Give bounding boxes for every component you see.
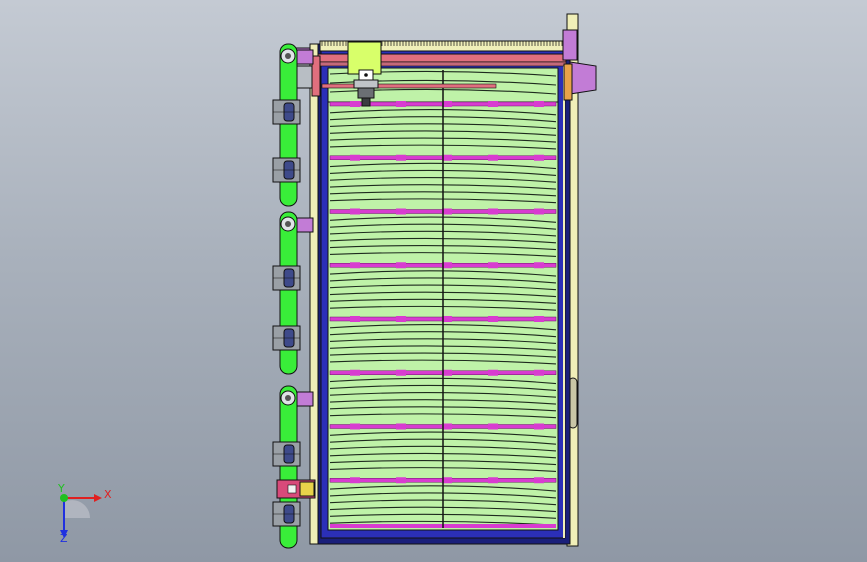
x-axis-arrow — [94, 494, 102, 502]
shelf-clip — [396, 423, 406, 430]
bracket-pivot-pin — [285, 395, 291, 401]
shelf-clip — [350, 316, 360, 322]
right-bearing — [563, 63, 573, 101]
bracket-joint — [296, 49, 314, 65]
shelf-clip — [488, 154, 498, 161]
shelf-clip — [350, 262, 360, 269]
shelf-clip — [534, 208, 544, 215]
shelf-clip — [350, 369, 360, 376]
shelf-clip — [534, 477, 544, 484]
motor-label-plate — [287, 484, 297, 494]
right-end-cap — [562, 29, 578, 61]
shelf-clip — [396, 154, 406, 161]
motor-coupler — [299, 481, 315, 497]
left-guide-rail — [309, 43, 319, 545]
shelf-clip — [350, 154, 360, 161]
shelf-clip — [396, 208, 406, 215]
shelf-clip — [350, 477, 360, 484]
x-axis-label: X — [104, 488, 112, 501]
shelf-clip — [396, 101, 406, 107]
shelf-clip — [534, 369, 544, 376]
z-axis-label: Z — [60, 532, 68, 544]
shelf-clip — [396, 262, 406, 269]
cad-viewport[interactable]: X Y Z — [0, 0, 867, 562]
shelf-clip — [488, 262, 498, 269]
shelf-clip — [350, 101, 360, 107]
sensor-dot — [364, 73, 368, 77]
shelf-clip — [534, 423, 544, 430]
tool-arm — [321, 83, 497, 89]
tool-head — [357, 87, 375, 99]
y-axis-dot — [60, 494, 68, 502]
bracket-joint — [296, 391, 314, 407]
shelf-clip — [396, 369, 406, 376]
shelf-clip — [396, 316, 406, 322]
shelf-clip — [488, 316, 498, 322]
shelf-clip — [488, 101, 498, 107]
y-axis-label: Y — [57, 484, 65, 495]
shelf-clip — [534, 154, 544, 161]
axis-triad: X Y Z — [57, 484, 112, 544]
tool-carriage — [347, 41, 382, 75]
shelf-clip — [534, 316, 544, 322]
shelf-clip — [396, 477, 406, 484]
shelf-clip — [488, 477, 498, 484]
shelf-clip — [534, 262, 544, 269]
shelf-clip — [350, 423, 360, 430]
bracket-pivot-pin — [285, 53, 291, 59]
right-gearbox — [569, 61, 597, 95]
triad-shade — [64, 500, 90, 518]
tool-nozzle — [361, 97, 371, 107]
machine-model-drawing[interactable] — [0, 0, 867, 562]
bracket-joint — [296, 217, 314, 233]
shelf-clip — [350, 208, 360, 215]
tool-head-mount — [353, 79, 379, 89]
shelf-clip — [488, 423, 498, 430]
shelf-clip — [534, 101, 544, 107]
shelf-clip — [488, 208, 498, 215]
bracket-pivot-pin — [285, 221, 291, 227]
shelf-clip — [488, 369, 498, 376]
